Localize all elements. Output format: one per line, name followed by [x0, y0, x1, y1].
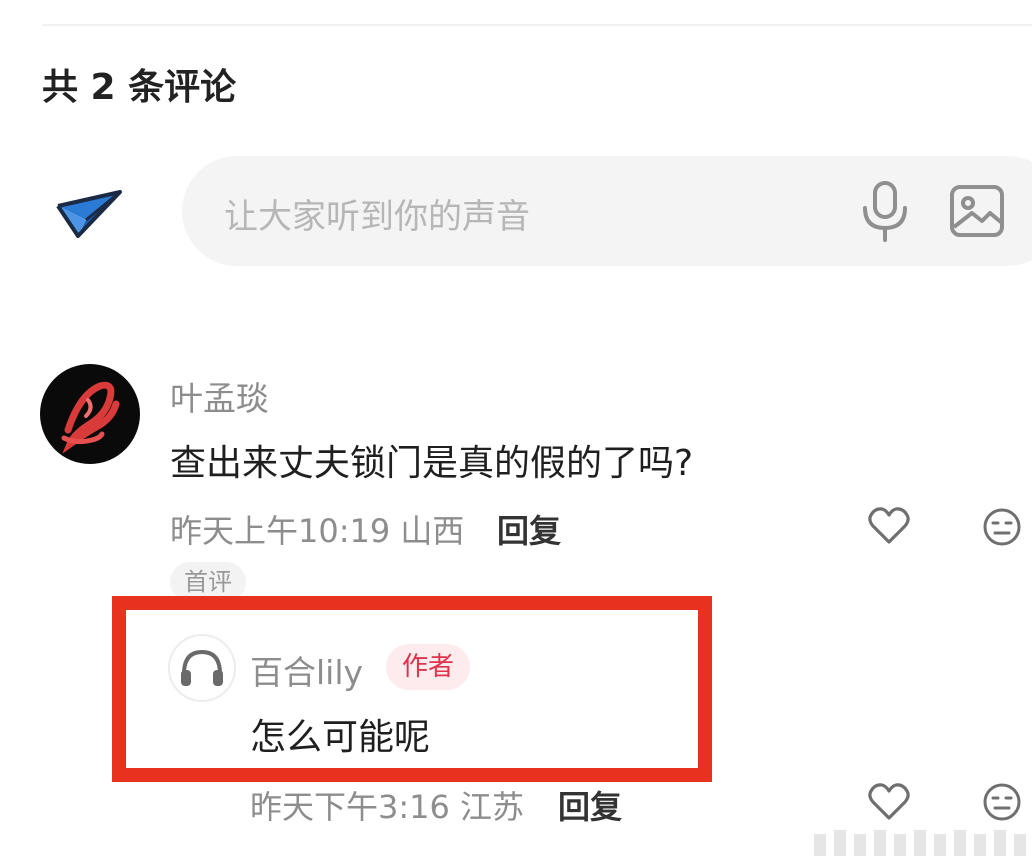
comment-count-title: 共 2 条评论 — [42, 67, 237, 108]
comment-text: 查出来丈夫锁门是真的假的了吗? — [170, 443, 694, 484]
reply-username[interactable]: 百合lily — [250, 646, 363, 694]
heart-icon[interactable] — [868, 782, 910, 822]
image-icon[interactable] — [948, 181, 1008, 241]
top-divider — [42, 24, 1032, 26]
red-scribble-avatar-icon — [61, 381, 120, 454]
comment-username[interactable]: 叶孟琰 — [170, 372, 269, 420]
reply-button[interactable]: 回复 — [497, 506, 561, 552]
headphones-icon — [181, 649, 223, 686]
paper-plane-icon[interactable] — [56, 188, 124, 240]
microphone-icon[interactable] — [860, 180, 910, 242]
reply-time-location: 昨天下午3:16 江苏 — [250, 788, 525, 826]
comment-input-placeholder: 让大家听到你的声音 — [224, 197, 530, 237]
expressionless-face-icon[interactable] — [982, 782, 1022, 822]
avatar[interactable] — [40, 364, 140, 464]
avatar[interactable] — [168, 634, 236, 702]
expressionless-face-icon[interactable] — [982, 507, 1022, 547]
comment-time-location: 昨天上午10:19 山西 — [170, 512, 465, 550]
heart-icon[interactable] — [868, 506, 910, 546]
reply-text: 怎么可能呢 — [250, 717, 431, 758]
watermark-logo — [812, 826, 1028, 858]
author-badge: 作者 — [386, 644, 471, 690]
reply-button[interactable]: 回复 — [558, 782, 622, 828]
